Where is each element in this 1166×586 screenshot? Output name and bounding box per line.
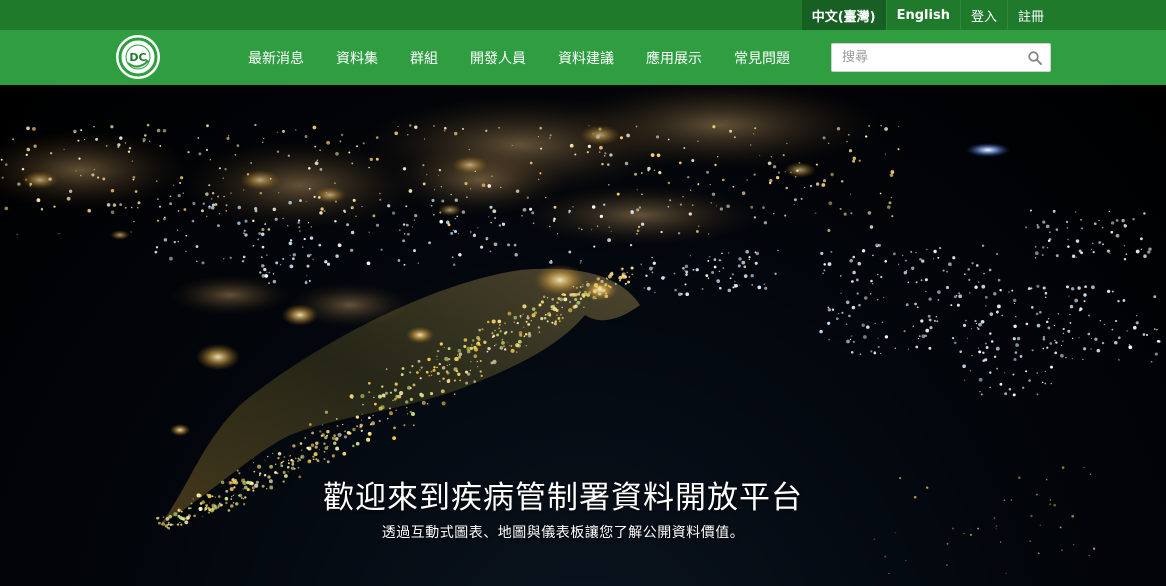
login-link[interactable]: 登入 — [961, 0, 1007, 30]
hero-subtitle: 透過互動式圖表、地圖與儀表板讓您了解公開資料價值。 — [381, 525, 745, 541]
cdc-logo-icon[interactable]: DC — [116, 35, 160, 79]
search-box — [831, 43, 1051, 72]
nav-item-developers[interactable]: 開發人員 — [454, 30, 542, 85]
hero-banner: 歡迎來到疾病管制署資料開放平台 透過互動式圖表、地圖與儀表板讓您了解公開資料價值… — [0, 85, 1166, 586]
nav-item-groups[interactable]: 群組 — [394, 30, 454, 85]
primary-nav: 最新消息 資料集 群組 開發人員 資料建議 應用展示 常見問題 — [232, 30, 806, 85]
main-navbar: DC 最新消息 資料集 群組 開發人員 資料建議 應用展示 常見問題 — [0, 30, 1166, 85]
hero-title: 歡迎來到疾病管制署資料開放平台 — [323, 480, 803, 516]
logo-text: DC — [129, 51, 146, 64]
register-link[interactable]: 註冊 — [1008, 0, 1054, 30]
language-zh-tw-link[interactable]: 中文(臺灣) — [801, 0, 886, 30]
language-english-link[interactable]: English — [887, 0, 960, 30]
search-icon[interactable] — [1020, 44, 1050, 71]
nav-item-data-suggestions[interactable]: 資料建議 — [542, 30, 630, 85]
search-input[interactable] — [832, 44, 1020, 71]
nav-item-showcase[interactable]: 應用展示 — [630, 30, 718, 85]
nav-item-faq[interactable]: 常見問題 — [718, 30, 806, 85]
nav-item-news[interactable]: 最新消息 — [232, 30, 320, 85]
nav-item-datasets[interactable]: 資料集 — [320, 30, 394, 85]
blue-light-flare — [966, 143, 1010, 157]
top-utility-bar: 中文(臺灣) English 登入 註冊 — [0, 0, 1166, 30]
